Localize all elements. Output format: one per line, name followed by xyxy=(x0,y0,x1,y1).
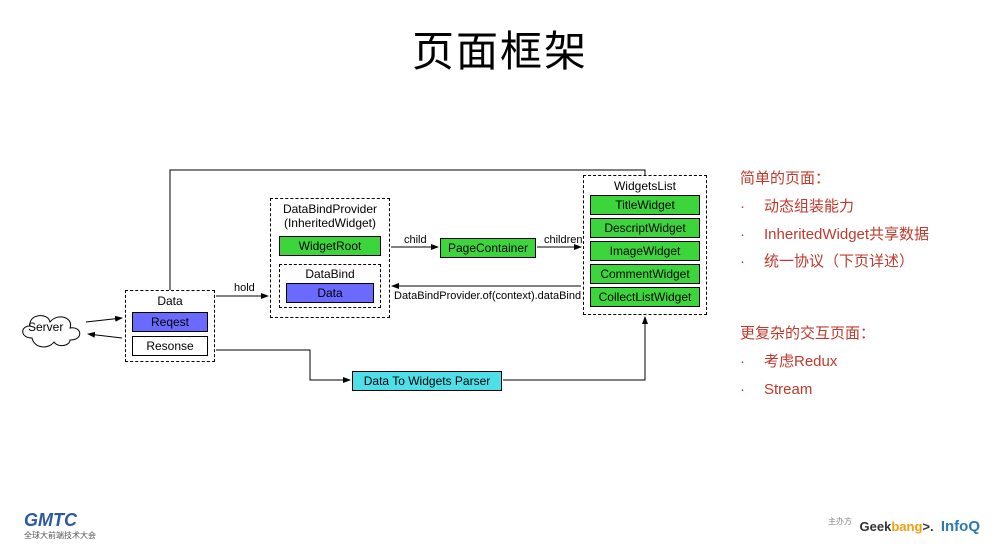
databind-data: Data xyxy=(286,283,374,303)
databind-of-label: DataBindProvider.of(context).dataBind xyxy=(394,290,581,302)
provider-title2: (InheritedWidget) xyxy=(271,216,389,230)
note-item: InheritedWidget共享数据 xyxy=(764,221,929,249)
data-box: Data Reqest Resonse xyxy=(125,290,215,362)
note-item: 考虑Redux xyxy=(764,348,837,376)
notes-complex-title: 更复杂的交互页面： xyxy=(740,320,875,348)
provider-title1: DataBindProvider xyxy=(271,199,389,216)
notes-complex: 更复杂的交互页面： ·考虑Redux ·Stream xyxy=(740,320,875,403)
widget-item: ImageWidget xyxy=(590,241,700,261)
note-item: 统一协议（下页详述） xyxy=(764,248,914,276)
widgets-list-box: WidgetsList TitleWidget DescriptWidget I… xyxy=(583,175,707,315)
children-label: children xyxy=(544,234,583,246)
widget-item: CommentWidget xyxy=(590,264,700,284)
notes-simple-title: 简单的页面： xyxy=(740,165,929,193)
response-box: Resonse xyxy=(132,336,208,356)
widget-root-box: WidgetRoot xyxy=(279,236,381,256)
widget-item: DescriptWidget xyxy=(590,218,700,238)
child-label: child xyxy=(404,234,427,246)
infoq-logo: InfoQ xyxy=(941,518,980,535)
widget-item: TitleWidget xyxy=(590,195,700,215)
geekbang-logo: Geekbang>. xyxy=(860,519,934,534)
databind-box: DataBind Data xyxy=(279,264,381,308)
databind-title: DataBind xyxy=(280,265,380,281)
hold-label: hold xyxy=(234,282,255,294)
data-box-title: Data xyxy=(126,291,214,308)
server-label: Server xyxy=(28,320,63,334)
note-item: Stream xyxy=(764,376,812,404)
footer-host: 主办方 xyxy=(828,516,852,527)
server-cloud: Server xyxy=(14,304,86,357)
widget-item: CollectListWidget xyxy=(590,287,700,307)
footer-gmtc: GMTC xyxy=(24,510,77,531)
slide-title: 页面框架 xyxy=(0,18,1000,79)
provider-box: DataBindProvider (InheritedWidget) Widge… xyxy=(270,198,390,318)
notes-simple: 简单的页面： ·动态组装能力 ·InheritedWidget共享数据 ·统一协… xyxy=(740,165,929,276)
footer-gmtc-sub: 全球大前端技术大会 xyxy=(24,530,96,541)
footer-right: Geekbang>. InfoQ xyxy=(860,518,980,535)
request-box: Reqest xyxy=(132,312,208,332)
page-container-box: PageContainer xyxy=(440,238,536,258)
note-item: 动态组装能力 xyxy=(764,193,854,221)
widgets-list-title: WidgetsList xyxy=(584,176,706,195)
parser-box: Data To Widgets Parser xyxy=(352,371,502,391)
